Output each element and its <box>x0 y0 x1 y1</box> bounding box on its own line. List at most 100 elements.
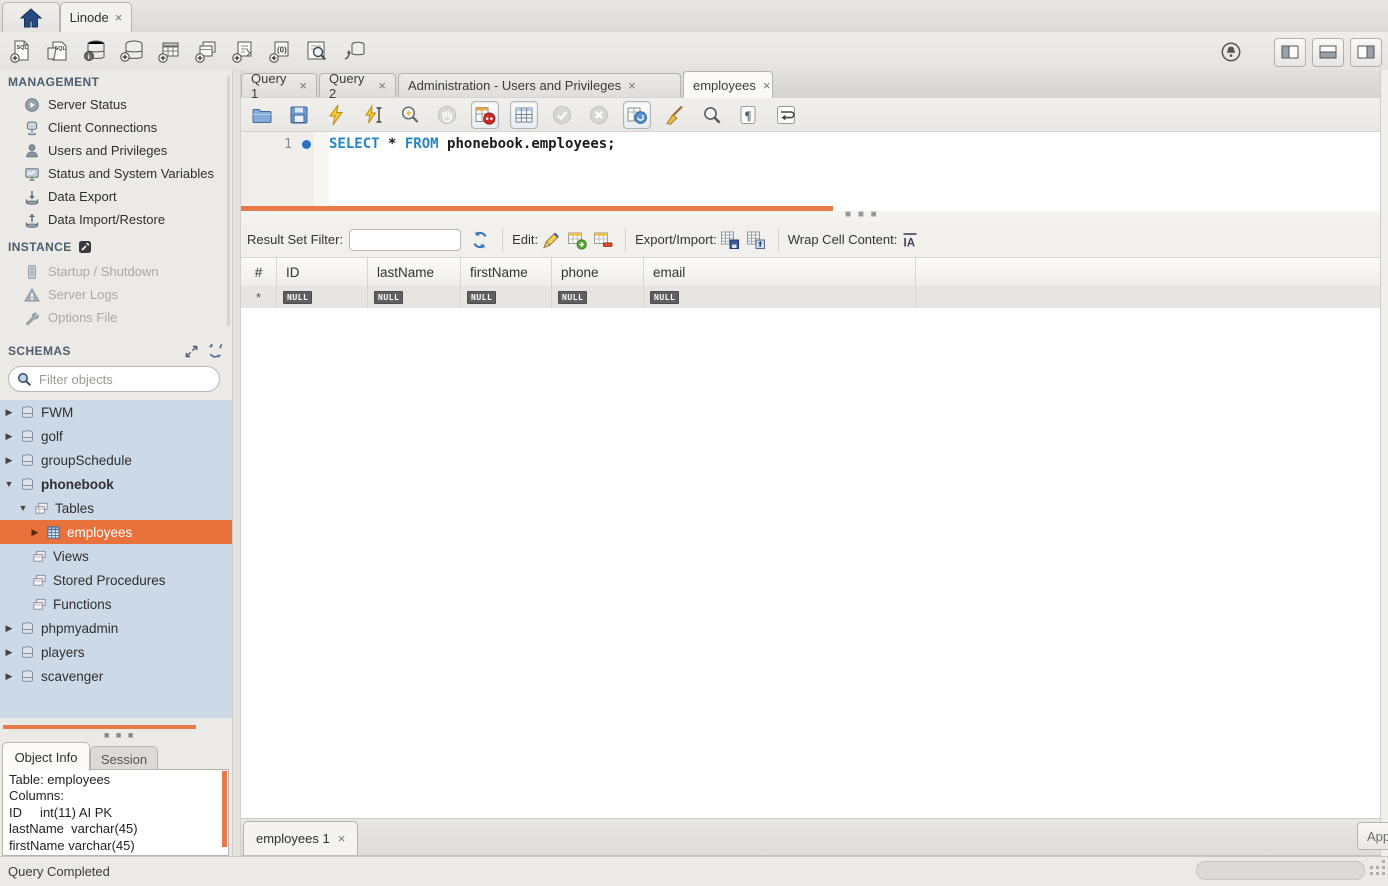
tree-item-functions[interactable]: Functions <box>0 592 232 616</box>
result-filter-input[interactable] <box>349 229 461 251</box>
tree-item-groupschedule[interactable]: ▶groupSchedule <box>0 448 232 472</box>
expand-schemas-icon[interactable] <box>185 345 198 358</box>
toggle-invisible-characters-button[interactable]: ¶ <box>736 102 762 128</box>
refresh-result-button[interactable] <box>467 227 493 253</box>
apply-button[interactable]: Apply <box>1357 822 1388 850</box>
open-sql-script-button[interactable]: SQL <box>43 36 73 66</box>
chevron-right-icon[interactable]: ▶ <box>4 623 14 634</box>
close-icon[interactable]: × <box>299 78 307 93</box>
home-tab[interactable] <box>2 2 60 32</box>
chevron-right-icon[interactable]: ▶ <box>30 527 40 538</box>
tree-item-employees[interactable]: ▶employees <box>0 520 232 544</box>
commit-button[interactable] <box>549 102 575 128</box>
cell-phone[interactable]: NULL <box>552 286 644 308</box>
chevron-right-icon[interactable]: ▶ <box>4 431 14 442</box>
tree-item-golf[interactable]: ▶golf <box>0 424 232 448</box>
notifier-button[interactable] <box>1216 37 1246 67</box>
tab-query-2[interactable]: Query 2× <box>319 73 396 97</box>
toggle-stop-on-error-button[interactable] <box>471 101 499 129</box>
sidebar-item-users-and-privileges[interactable]: Users and Privileges <box>0 139 232 162</box>
tree-item-tables[interactable]: ▼Tables <box>0 496 232 520</box>
delete-row-button[interactable] <box>590 227 616 253</box>
create-procedure-button[interactable] <box>228 36 258 66</box>
stop-query-button[interactable] <box>434 102 460 128</box>
tree-item-fwm[interactable]: ▶FWM <box>0 400 232 424</box>
cell-firstname[interactable]: NULL <box>461 286 552 308</box>
sidebar-item-options-file[interactable]: Options File <box>0 306 232 329</box>
toggle-left-panel-button[interactable] <box>1274 38 1306 67</box>
sql-statement[interactable]: SELECT * FROM phonebook.employees; <box>329 136 616 152</box>
splitter-handle[interactable]: ■ ■ ■ <box>845 209 879 220</box>
tree-item-stored-procedures[interactable]: Stored Procedures <box>0 568 232 592</box>
beautify-script-button[interactable] <box>662 102 688 128</box>
sidebar-splitter-indicator[interactable] <box>3 725 196 729</box>
horizontal-scrollbar-thumb[interactable] <box>1196 861 1365 880</box>
inspect-database-button[interactable]: i <box>80 36 110 66</box>
rollback-button[interactable] <box>586 102 612 128</box>
result-grid-body[interactable] <box>241 308 1381 818</box>
connection-tab-linode[interactable]: Linode × <box>60 2 132 32</box>
save-script-button[interactable] <box>286 102 312 128</box>
chevron-down-icon[interactable]: ▼ <box>18 503 28 513</box>
sidebar-item-client-connections[interactable]: Client Connections <box>0 116 232 139</box>
column-header-firstname[interactable]: firstName <box>461 258 552 286</box>
sql-editor[interactable]: 1 SELECT * FROM phonebook.employees; <box>241 132 1381 206</box>
chevron-down-icon[interactable]: ▼ <box>4 479 14 489</box>
toggle-bottom-panel-button[interactable] <box>1312 38 1344 67</box>
cell-lastname[interactable]: NULL <box>368 286 461 308</box>
create-schema-button[interactable] <box>117 36 147 66</box>
create-table-button[interactable] <box>154 36 184 66</box>
tree-item-phpmyadmin[interactable]: ▶phpmyadmin <box>0 616 232 640</box>
schema-filter-input[interactable] <box>37 371 217 388</box>
import-recordset-button[interactable] <box>743 227 769 253</box>
tab-session[interactable]: Session <box>90 746 158 771</box>
add-row-button[interactable] <box>564 227 590 253</box>
explain-query-button[interactable] <box>397 102 423 128</box>
toggle-word-wrap-button[interactable] <box>773 102 799 128</box>
tab-object-info[interactable]: Object Info <box>2 742 90 771</box>
tree-item-phonebook[interactable]: ▼phonebook <box>0 472 232 496</box>
right-panel-strip[interactable] <box>1380 70 1388 856</box>
tree-item-scavenger[interactable]: ▶scavenger <box>0 664 232 688</box>
chevron-right-icon[interactable]: ▶ <box>4 407 14 418</box>
sidebar-item-server-logs[interactable]: Server Logs <box>0 283 232 306</box>
sidebar-splitter-handle[interactable]: ■ ■ ■ <box>104 730 135 740</box>
tab-query-1[interactable]: Query 1× <box>241 73 317 97</box>
column-header-lastname[interactable]: lastName <box>368 258 461 286</box>
toggle-autocommit-button[interactable] <box>623 101 651 129</box>
tab-employees-1[interactable]: employees 1 × <box>243 821 358 855</box>
edit-current-row-button[interactable] <box>538 227 564 253</box>
sidebar-item-status-system-variables[interactable]: Status and System Variables <box>0 162 232 185</box>
column-header-id[interactable]: ID <box>277 258 368 286</box>
sidebar-item-data-export[interactable]: Data Export <box>0 185 232 208</box>
close-icon[interactable]: × <box>628 78 636 93</box>
open-script-button[interactable] <box>249 102 275 128</box>
refresh-schemas-icon[interactable] <box>208 344 222 358</box>
toggle-right-panel-button[interactable] <box>1350 38 1382 67</box>
close-icon[interactable]: × <box>338 831 346 846</box>
execute-query-button[interactable] <box>323 102 349 128</box>
find-button[interactable] <box>699 102 725 128</box>
reconnect-database-button[interactable] <box>339 36 369 66</box>
chevron-right-icon[interactable]: ▶ <box>4 671 14 682</box>
tab-administration-users[interactable]: Administration - Users and Privileges× <box>398 73 681 97</box>
execute-current-statement-button[interactable] <box>360 102 386 128</box>
create-view-button[interactable] <box>191 36 221 66</box>
create-function-button[interactable]: (0) <box>265 36 295 66</box>
wrap-cell-content-button[interactable]: IA <box>897 227 923 253</box>
object-info-scrollbar[interactable] <box>222 771 227 847</box>
chevron-right-icon[interactable]: ▶ <box>4 455 14 466</box>
export-recordset-button[interactable] <box>717 227 743 253</box>
new-sql-tab-button[interactable]: SQL <box>6 36 36 66</box>
column-header-row-number[interactable]: # <box>241 258 277 286</box>
sidebar-item-server-status[interactable]: Server Status <box>0 93 232 116</box>
close-icon[interactable]: × <box>763 78 771 93</box>
tab-employees[interactable]: employees× <box>683 71 773 98</box>
tree-item-views[interactable]: Views <box>0 544 232 568</box>
close-icon[interactable]: × <box>115 10 123 25</box>
chevron-right-icon[interactable]: ▶ <box>4 647 14 658</box>
window-resize-grip[interactable] <box>1370 866 1373 869</box>
cell-email[interactable]: NULL <box>644 286 916 308</box>
close-icon[interactable]: × <box>378 78 386 93</box>
toggle-limit-rows-button[interactable] <box>510 101 538 129</box>
